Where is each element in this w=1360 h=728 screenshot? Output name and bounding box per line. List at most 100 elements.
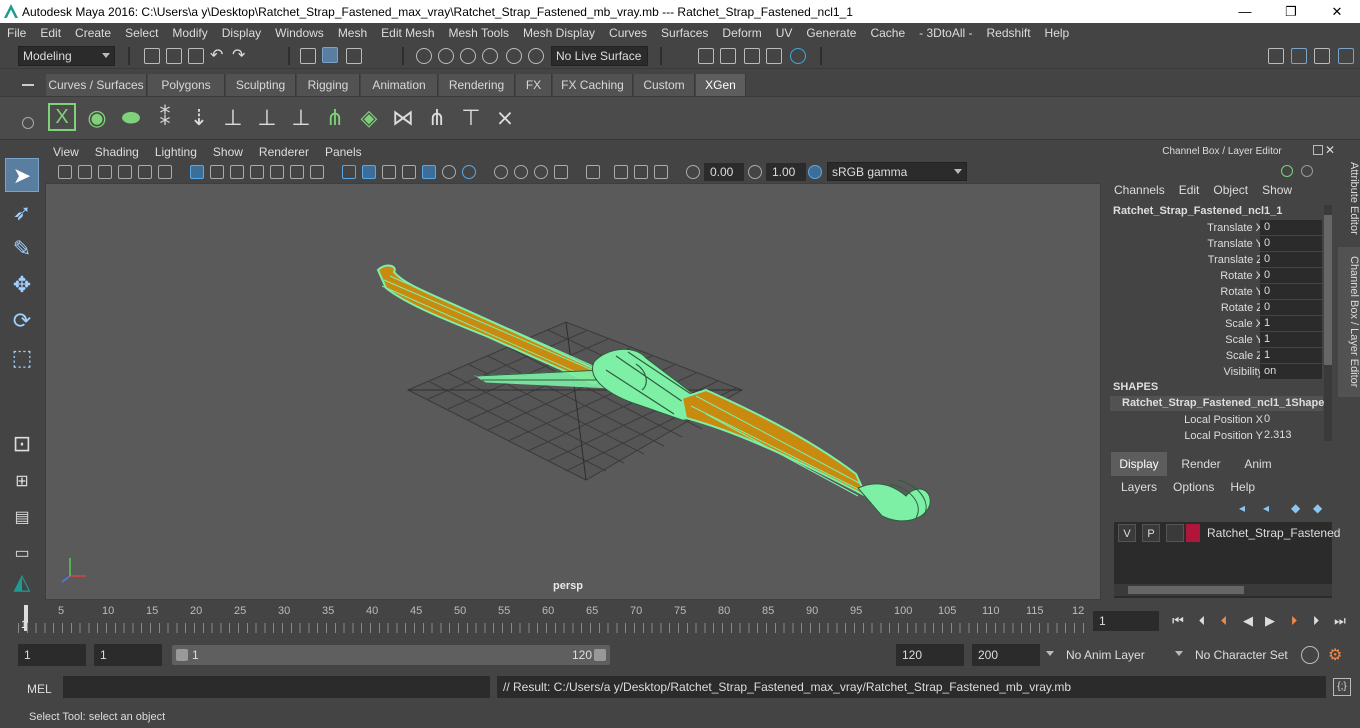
wireframe-on-shaded-icon[interactable]: [402, 165, 416, 179]
mode-selector[interactable]: Modeling: [18, 46, 115, 66]
safe-action-icon[interactable]: [290, 165, 304, 179]
new-scene-icon[interactable]: [144, 48, 160, 64]
attribute-value[interactable]: 0: [1260, 300, 1322, 315]
manipulator-icon[interactable]: [1281, 165, 1293, 177]
gate-mask-icon[interactable]: [250, 165, 264, 179]
xgen-editor-icon[interactable]: X: [48, 103, 76, 131]
four-view-layout-icon[interactable]: ⊞: [5, 465, 39, 499]
menu-surfaces[interactable]: Surfaces: [654, 26, 715, 40]
attribute-value[interactable]: 0: [1260, 412, 1322, 427]
step-forward-frame-icon[interactable]: ⏵: [1306, 612, 1326, 630]
tab-animation[interactable]: Animation: [361, 74, 438, 96]
layer-menu-help[interactable]: Help: [1230, 480, 1255, 494]
xgen-delete-guides-icon[interactable]: ⨯: [490, 103, 520, 133]
tab-rendering[interactable]: Rendering: [439, 74, 515, 96]
tab-polygons[interactable]: Polygons: [148, 74, 225, 96]
range-start-handle[interactable]: [176, 649, 188, 661]
create-layer-from-selection-icon[interactable]: ◆: [1313, 501, 1322, 515]
script-editor-icon[interactable]: {;}: [1333, 678, 1351, 696]
channel-box-menu-edit[interactable]: Edit: [1172, 183, 1207, 197]
xgen-add-guide-icon[interactable]: ⊥: [218, 103, 248, 133]
image-plane-icon[interactable]: [118, 165, 132, 179]
attribute-row[interactable]: Visibility on: [1107, 364, 1323, 380]
attribute-value[interactable]: 0: [1260, 252, 1322, 267]
select-tool-icon[interactable]: ➤: [5, 158, 39, 192]
attribute-row[interactable]: Rotate X0: [1107, 268, 1323, 284]
character-set-selector[interactable]: No Character Set: [1191, 644, 1291, 666]
menu-edit-mesh[interactable]: Edit Mesh: [374, 26, 441, 40]
move-tool-icon[interactable]: ✥: [5, 268, 39, 302]
scrollbar-thumb[interactable]: [1324, 215, 1332, 365]
xgen-add-guides-icon[interactable]: ⁑: [150, 103, 180, 133]
toggle-channel-box-icon[interactable]: [1338, 48, 1354, 64]
shadows-icon[interactable]: [462, 165, 476, 179]
layer-name[interactable]: Ratchet_Strap_Fastened: [1207, 526, 1340, 540]
attribute-value[interactable]: 2.313: [1260, 428, 1322, 443]
range-slider[interactable]: 1 120: [172, 645, 610, 665]
attribute-value[interactable]: 0: [1260, 284, 1322, 299]
layer-playback-toggle[interactable]: P: [1142, 524, 1160, 542]
snap-together-icon[interactable]: [528, 48, 544, 64]
save-scene-icon[interactable]: [188, 48, 204, 64]
step-back-frame-icon[interactable]: ⏴: [1192, 612, 1212, 630]
ipr-render-icon[interactable]: [744, 48, 760, 64]
workspace-icon[interactable]: [1268, 48, 1284, 64]
time-slider[interactable]: 1 5 10 15 20 25 30 35 40 45 50 55 60 65 …: [18, 603, 1086, 633]
layer-color-swatch[interactable]: [1186, 524, 1200, 542]
xgen-create-description-icon[interactable]: ⬬: [116, 103, 146, 133]
close-panel-icon[interactable]: ✕: [1325, 143, 1335, 157]
tab-attribute-editor[interactable]: Attribute Editor: [1338, 153, 1360, 243]
move-layer-down-icon[interactable]: ◂: [1263, 501, 1269, 515]
viewport-menu-view[interactable]: View: [45, 145, 87, 159]
command-input[interactable]: [63, 676, 490, 698]
resolution-gate-icon[interactable]: [230, 165, 244, 179]
animation-end-field[interactable]: 200: [972, 644, 1040, 666]
layer-row[interactable]: V P Ratchet_Strap_Fastened: [1116, 524, 1340, 542]
toggle-attribute-editor-icon[interactable]: [1314, 48, 1330, 64]
lasso-tool-icon[interactable]: ➶: [5, 196, 39, 230]
field-chart-icon[interactable]: [270, 165, 284, 179]
exposure-field[interactable]: 0.00: [704, 163, 744, 181]
anim-layer-selector[interactable]: No Anim Layer: [1062, 644, 1162, 666]
attribute-row[interactable]: Rotate Y0: [1107, 284, 1323, 300]
depth-of-field-icon[interactable]: [554, 165, 568, 179]
xgen-grooming-icon[interactable]: ◈: [354, 103, 384, 133]
close-button[interactable]: ✕: [1314, 0, 1360, 23]
menu-windows[interactable]: Windows: [268, 26, 331, 40]
toggle-modeling-toolkit-icon[interactable]: [1291, 48, 1307, 64]
open-scene-icon[interactable]: [166, 48, 182, 64]
motion-blur-icon[interactable]: [514, 165, 528, 179]
go-to-start-icon[interactable]: ⏮: [1168, 612, 1188, 630]
create-empty-layer-icon[interactable]: ◆: [1291, 501, 1300, 515]
snap-to-point-icon[interactable]: [460, 48, 476, 64]
playback-start-field[interactable]: 1: [94, 644, 162, 666]
xgen-place-guides-icon[interactable]: ⇣: [184, 103, 214, 133]
live-surface-field[interactable]: No Live Surface: [551, 46, 648, 66]
channel-box-menu-show[interactable]: Show: [1255, 183, 1299, 197]
viewport-canvas[interactable]: [46, 184, 1101, 600]
attribute-row[interactable]: Scale X1: [1107, 316, 1323, 332]
attribute-value[interactable]: on: [1260, 364, 1322, 379]
undo-icon[interactable]: ↶: [210, 48, 226, 64]
tab-fx[interactable]: FX: [516, 74, 552, 96]
chevron-down-icon[interactable]: [1046, 651, 1054, 656]
scrollbar-thumb[interactable]: [1128, 586, 1244, 594]
xgen-preview-icon[interactable]: ◉: [82, 103, 112, 133]
viewport-menu-renderer[interactable]: Renderer: [251, 145, 317, 159]
menu-generate[interactable]: Generate: [799, 26, 863, 40]
select-by-hierarchy-icon[interactable]: [300, 48, 316, 64]
menu-modify[interactable]: Modify: [165, 26, 214, 40]
gear-icon[interactable]: [22, 117, 34, 129]
attribute-value[interactable]: 0: [1260, 236, 1322, 251]
safe-title-icon[interactable]: [310, 165, 324, 179]
attribute-row[interactable]: Local Position Y 2.313: [1107, 428, 1323, 444]
paint-select-tool-icon[interactable]: ✎: [5, 232, 39, 266]
channel-box-menu-object[interactable]: Object: [1206, 183, 1255, 197]
bookmark-icon[interactable]: [98, 165, 112, 179]
attribute-row[interactable]: Scale Y1: [1107, 332, 1323, 348]
current-frame-field[interactable]: 1: [1093, 611, 1159, 631]
xgen-lock-guide-icon[interactable]: ⊥: [286, 103, 316, 133]
layer-display-type-toggle[interactable]: [1166, 524, 1184, 542]
render-settings-icon[interactable]: [766, 48, 782, 64]
menu-file[interactable]: File: [0, 26, 33, 40]
